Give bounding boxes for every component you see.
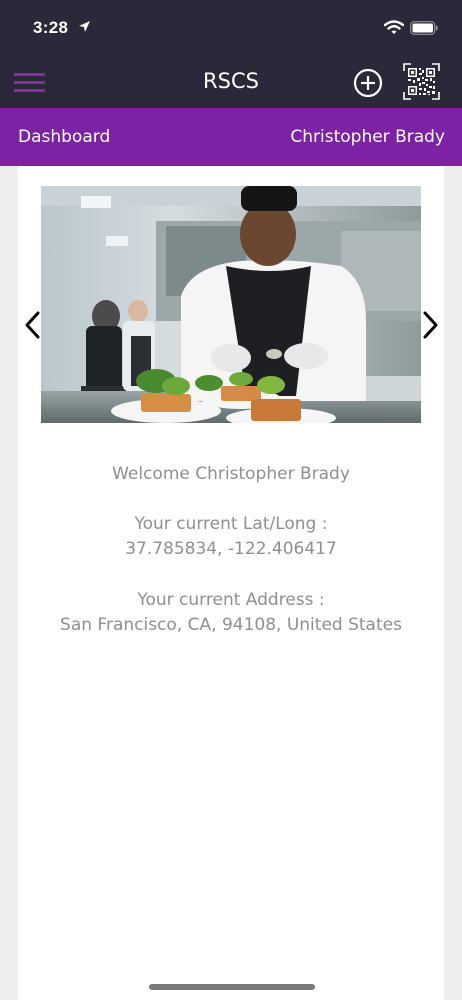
address-value: San Francisco, CA, 94108, United States [60,615,402,635]
address-label: Your current Address : [137,590,325,610]
wifi-icon [384,20,404,34]
chevron-left-icon[interactable] [22,310,42,340]
nav-title: RSCS [203,69,259,93]
status-bar: 3:28 [0,0,462,58]
status-time: 3:28 [33,18,69,37]
location-arrow-icon [79,21,90,32]
home-indicator [149,984,315,990]
add-circle-icon[interactable] [353,68,383,98]
hamburger-menu-icon[interactable] [14,73,45,93]
qr-code-icon[interactable] [403,63,440,100]
latlong-label: Your current Lat/Long : [134,514,328,534]
chevron-right-icon[interactable] [421,310,441,340]
user-name-label: Christopher Brady [290,127,445,147]
carousel-image [41,186,421,423]
sub-header-bar: Dashboard Christopher Brady [0,108,462,166]
battery-icon [410,21,438,35]
welcome-text: Welcome Christopher Brady [112,464,350,484]
nav-bar: RSCS [0,58,462,108]
latlong-value: 37.785834, -122.406417 [125,539,337,559]
main-content: Welcome Christopher Brady Your current L… [18,166,444,1000]
dashboard-label[interactable]: Dashboard [18,127,110,147]
